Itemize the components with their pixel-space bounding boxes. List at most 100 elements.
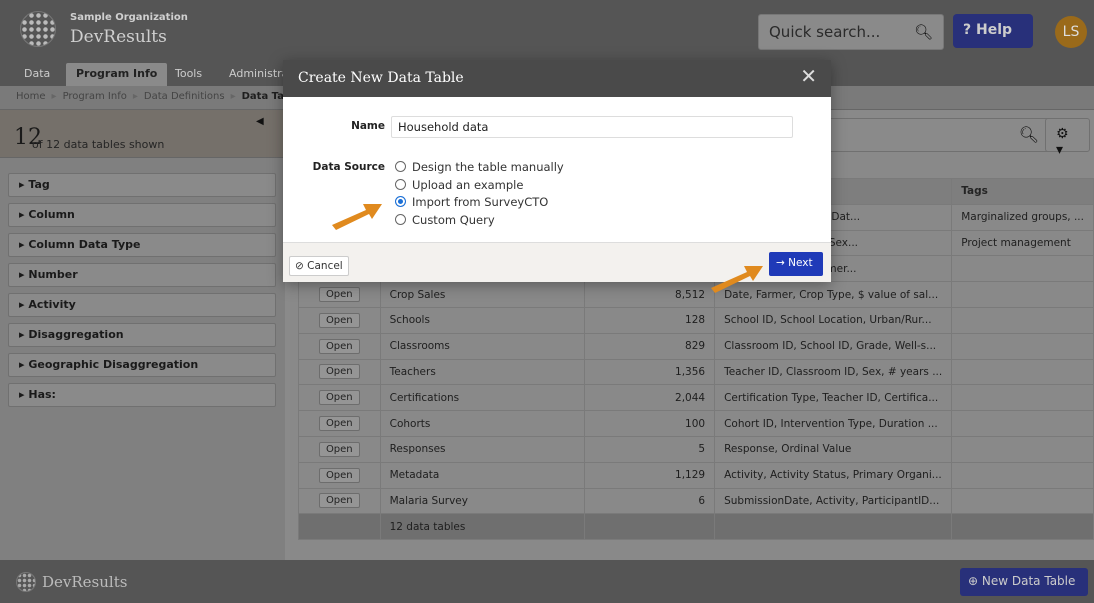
caret-down-icon: ▾	[1056, 142, 1064, 158]
table-search-input[interactable]: 🔍︎	[825, 118, 1050, 152]
organization-name: Sample Organization	[70, 12, 188, 23]
count-cell: 8,512	[583, 281, 716, 308]
radio-button[interactable]	[395, 161, 406, 172]
radio-button[interactable]	[395, 179, 406, 190]
name-cell: Malaria Survey	[379, 487, 585, 515]
facet-column[interactable]: ▸ Column	[8, 203, 276, 227]
facet-label: Has:	[28, 388, 56, 401]
table-row[interactable]: Open Metadata 1,129 Activity, Activity Stat…	[298, 461, 1094, 489]
help-label: Help	[976, 22, 1013, 38]
annotation-arrow-icon	[332, 204, 382, 230]
devresults-logo-icon[interactable]	[20, 11, 56, 47]
new-data-table-button[interactable]: ⊕ New Data Table	[960, 568, 1088, 596]
facet-label: Geographic Disaggregation	[28, 358, 199, 371]
arrow-right-icon: →	[776, 257, 785, 269]
footer-bar: DevResults ⊕ New Data Table	[0, 560, 1094, 603]
search-icon[interactable]: 🔍︎	[914, 23, 933, 41]
tab-tools[interactable]: Tools	[165, 63, 212, 86]
facet-column-data-type[interactable]: ▸ Column Data Type	[8, 233, 276, 257]
open-button[interactable]: Open	[318, 338, 360, 354]
help-button[interactable]: ? Help	[953, 14, 1033, 48]
quick-search-input[interactable]: Quick search... 🔍︎	[758, 14, 944, 50]
cancel-label: Cancel	[307, 260, 343, 272]
create-data-table-modal: Create New Data Table ✕ Name Data Source…	[283, 60, 831, 282]
radio-design-manually[interactable]: Design the table manually	[395, 160, 564, 176]
radio-upload-example[interactable]: Upload an example	[395, 178, 523, 194]
modal-title: Create New Data Table	[298, 70, 464, 86]
count-cell: 1,356	[583, 358, 716, 386]
open-button[interactable]: Open	[318, 390, 360, 406]
open-button[interactable]: Open	[318, 287, 360, 303]
open-button[interactable]: Open	[318, 312, 360, 328]
search-icon[interactable]: 🔍︎	[1019, 125, 1039, 144]
column-header-tags[interactable]: Tags	[951, 178, 1094, 205]
facet-tag[interactable]: ▸ Tag	[8, 173, 276, 197]
count-cell: 829	[583, 332, 716, 360]
radio-label: Import from SurveyCTO	[412, 195, 549, 209]
columns-cell: Certification Type, Teacher ID, Certific…	[714, 384, 953, 412]
table-row[interactable]: Open Classrooms 829 Classroom ID, School ID…	[298, 332, 1094, 360]
facet-disaggregation[interactable]: ▸ Disaggregation	[8, 323, 276, 347]
tags-cell: Marginalized groups, ...	[951, 203, 1094, 231]
facet-activity[interactable]: ▸ Activity	[8, 293, 276, 317]
table-row[interactable]: Open Cohorts 100 Cohort ID, Intervention Ty…	[298, 410, 1094, 437]
name-label: Name	[351, 120, 385, 132]
collapse-sidebar-icon[interactable]: ◀	[256, 116, 264, 127]
open-button[interactable]: Open	[318, 441, 360, 457]
open-cell: Open	[298, 461, 381, 489]
radio-import-surveycto[interactable]: Import from SurveyCTO	[395, 195, 548, 211]
table-row[interactable]: Open Malaria Survey 6 SubmissionDate, Activ…	[298, 487, 1094, 515]
settings-dropdown-button[interactable]: ⚙ ▾	[1045, 118, 1090, 158]
facet-geographic-disaggregation[interactable]: ▸ Geographic Disaggregation	[8, 353, 276, 377]
facet-has[interactable]: ▸ Has:	[8, 383, 276, 407]
tags-cell	[951, 435, 1094, 463]
next-button[interactable]: → Next	[769, 252, 823, 276]
count-cell: 6	[583, 487, 716, 515]
open-button[interactable]: Open	[318, 467, 360, 483]
open-button[interactable]: Open	[318, 416, 360, 432]
name-input[interactable]	[391, 116, 793, 138]
tab-program-info[interactable]: Program Info	[66, 63, 168, 86]
facet-label: Number	[28, 268, 78, 281]
filter-sidebar: 12 of 12 data tables shown ◀ ▸ Tag ▸ Col…	[0, 110, 285, 560]
table-row[interactable]: Open Crop Sales 8,512 Date, Farmer, Crop Ty…	[298, 281, 1094, 308]
name-cell: Teachers	[379, 358, 585, 386]
radio-button[interactable]	[395, 214, 406, 225]
columns-cell: Classroom ID, School ID, Grade, Well-s..…	[714, 332, 953, 360]
ban-icon: ⊘	[295, 260, 304, 272]
footer-cell	[951, 513, 1094, 541]
open-cell: Open	[298, 306, 381, 334]
open-cell: Open	[298, 487, 381, 515]
breadcrumb-separator-icon: ▸	[132, 91, 138, 102]
table-row[interactable]: Open Teachers 1,356 Teacher ID, Classroom I…	[298, 358, 1094, 386]
table-row[interactable]: Open Schools 128 School ID, School Location…	[298, 306, 1094, 334]
user-avatar[interactable]: LS	[1055, 16, 1087, 48]
open-cell: Open	[298, 435, 381, 463]
open-button[interactable]: Open	[318, 364, 360, 380]
table-row[interactable]: Open Certifications 2,044 Certification Typ…	[298, 384, 1094, 412]
name-cell: Metadata	[379, 461, 585, 489]
breadcrumb-home[interactable]: Home	[16, 91, 46, 102]
app-name[interactable]: DevResults	[70, 27, 167, 47]
top-bar: Sample Organization DevResults Quick sea…	[0, 0, 1094, 58]
cancel-button[interactable]: ⊘ Cancel	[289, 256, 349, 276]
breadcrumb-separator-icon: ▸	[51, 91, 57, 102]
table-row[interactable]: Open Responses 5 Response, Ordinal Value	[298, 435, 1094, 463]
breadcrumb-program-info[interactable]: Program Info	[63, 91, 127, 102]
columns-cell: Cohort ID, Intervention Type, Duration .…	[714, 410, 953, 437]
close-icon[interactable]: ✕	[800, 64, 817, 88]
facet-label: Column Data Type	[28, 238, 141, 251]
modal-header: Create New Data Table ✕	[283, 60, 831, 97]
tags-cell	[951, 410, 1094, 437]
breadcrumb-data-definitions[interactable]: Data Definitions	[144, 91, 225, 102]
radio-custom-query[interactable]: Custom Query	[395, 213, 495, 229]
count-cell: 1,129	[583, 461, 716, 489]
tags-cell: Project management	[951, 229, 1094, 257]
radio-button-selected[interactable]	[395, 196, 406, 207]
tab-data[interactable]: Data	[14, 63, 60, 86]
columns-cell: School ID, School Location, Urban/Rur...	[714, 306, 953, 334]
open-button[interactable]: Open	[318, 493, 360, 509]
facet-label: Tag	[28, 178, 50, 191]
facet-number[interactable]: ▸ Number	[8, 263, 276, 287]
name-cell: Cohorts	[379, 410, 585, 437]
